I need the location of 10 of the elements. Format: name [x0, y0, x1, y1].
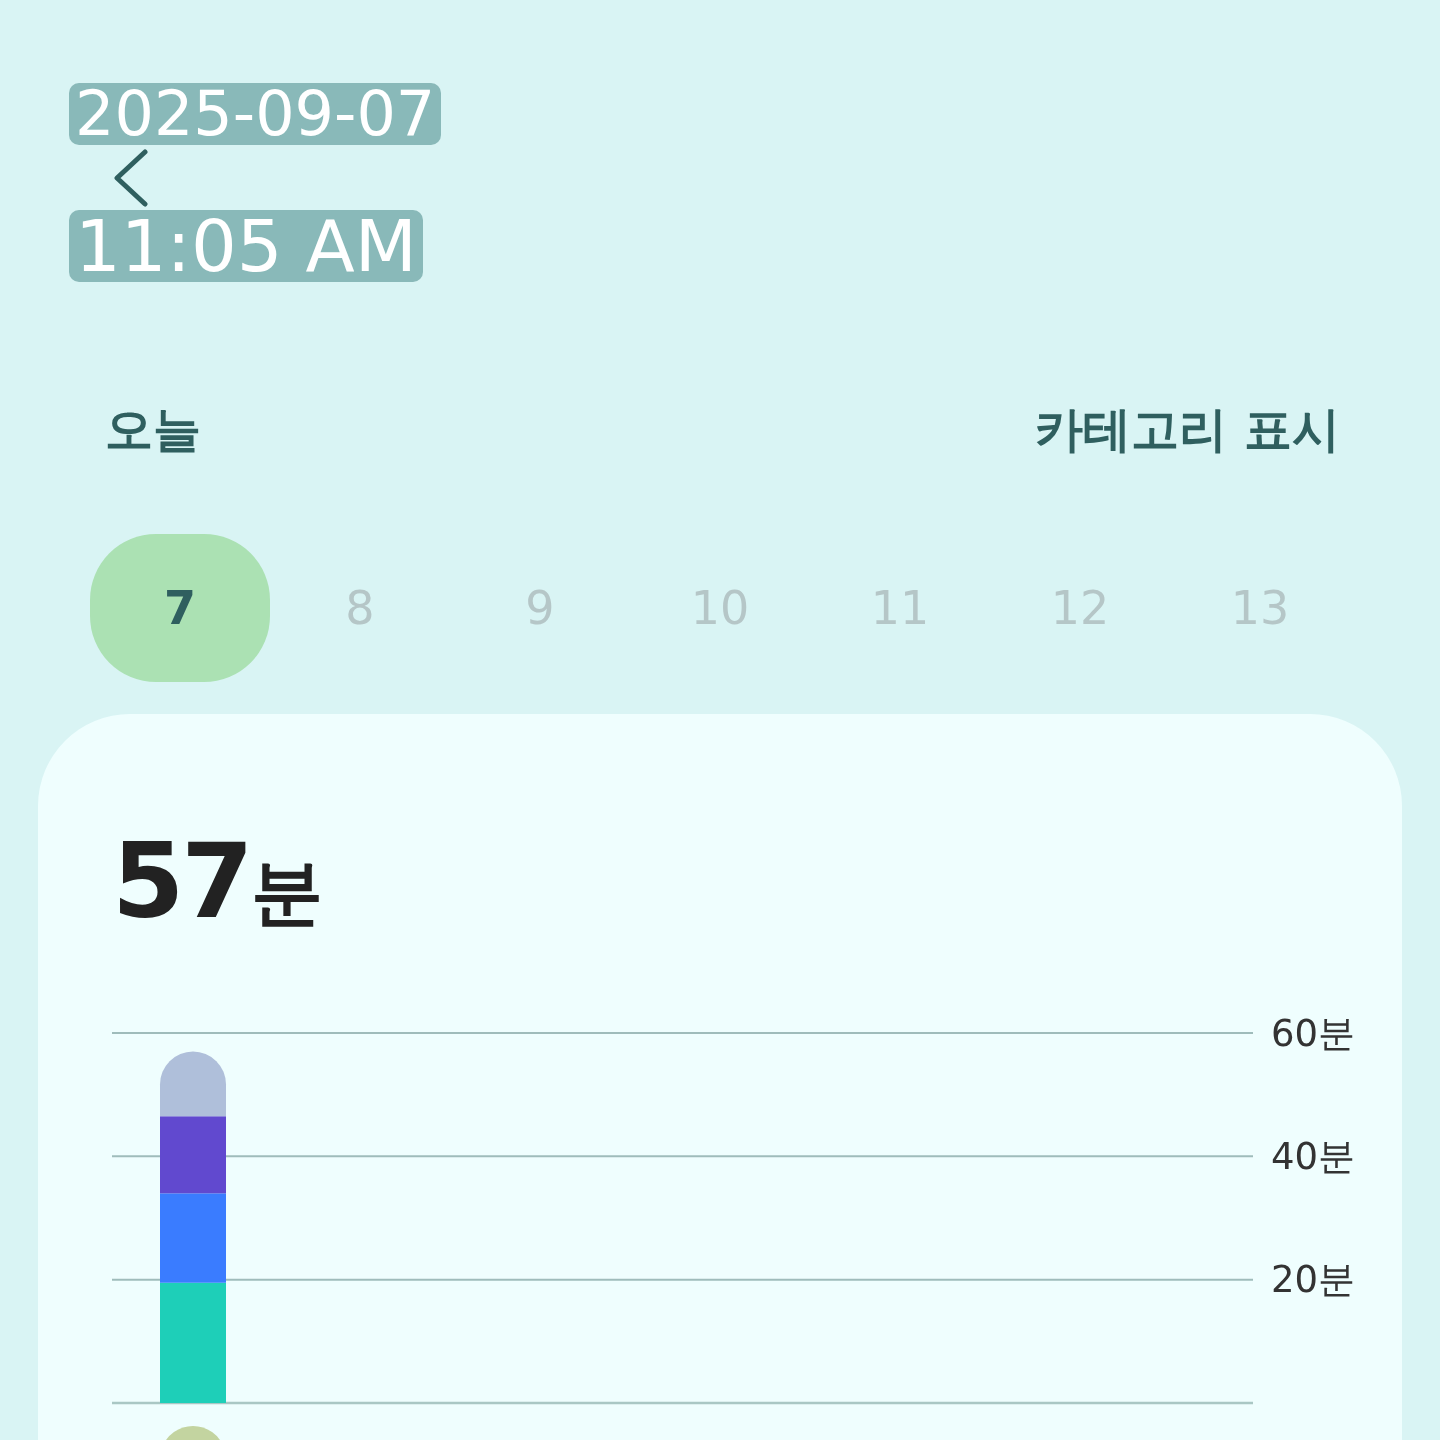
axis-label: 60분 — [1271, 1011, 1356, 1055]
back-chevron-icon[interactable] — [114, 149, 148, 207]
date-text: 2025-09-07 — [69, 83, 442, 145]
time-text: 11:05 AM — [69, 210, 423, 282]
axis-label: 20분 — [1271, 1258, 1356, 1302]
total-duration: 57분 — [112, 829, 323, 933]
day-tab[interactable]: 7 — [90, 534, 270, 682]
category-display-button[interactable]: 카테고리 표시 — [1035, 399, 1340, 459]
axis-label: 40분 — [1271, 1134, 1356, 1178]
today-title: 오늘 — [105, 400, 201, 459]
